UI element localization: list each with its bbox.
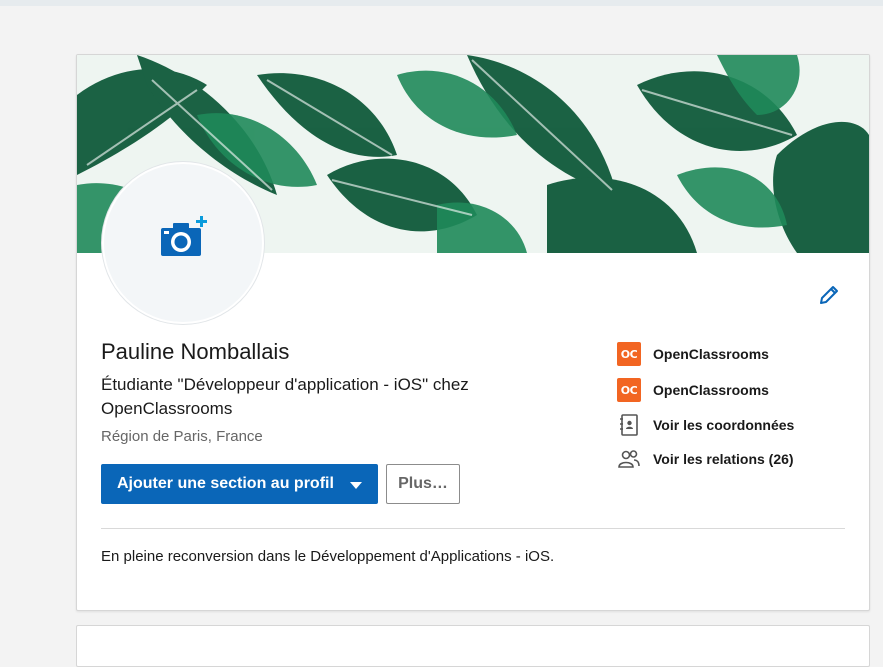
connections-link[interactable]: Voir les relations (26) [617,447,794,471]
company-link-openclassrooms[interactable]: OC OpenClassrooms [617,342,769,366]
caret-down-icon [350,482,362,489]
openclassrooms-logo: OC [617,342,641,366]
avatar[interactable] [102,162,264,324]
next-section-card [76,625,870,667]
profile-location: Région de Paris, France [101,428,263,445]
more-actions-button[interactable]: Plus… [386,464,460,504]
pencil-icon[interactable] [817,283,841,307]
people-icon [618,450,640,468]
camera-add-icon[interactable] [159,216,207,260]
add-profile-section-button[interactable]: Ajouter une section au profil [101,464,378,504]
school-link-openclassrooms[interactable]: OC OpenClassrooms [617,378,769,402]
edit-intro-button[interactable] [817,283,841,307]
top-strip [0,0,883,6]
company-label: OpenClassrooms [653,346,769,362]
contact-card-icon [620,414,638,436]
contact-info-label: Voir les coordonnées [653,417,795,433]
profile-summary: En pleine reconversion dans le Développe… [101,548,555,565]
add-profile-section-label: Ajouter une section au profil [117,475,334,492]
profile-top-card: Pauline Nomballais Étudiante "Développeu… [76,54,870,611]
profile-name: Pauline Nomballais [101,339,290,364]
divider [101,528,845,529]
contact-info-link[interactable]: Voir les coordonnées [617,413,794,437]
openclassrooms-logo: OC [617,378,641,402]
connections-label: Voir les relations (26) [653,451,794,467]
profile-headline: Étudiante "Développeur d'application - i… [101,375,469,418]
school-label: OpenClassrooms [653,382,769,398]
